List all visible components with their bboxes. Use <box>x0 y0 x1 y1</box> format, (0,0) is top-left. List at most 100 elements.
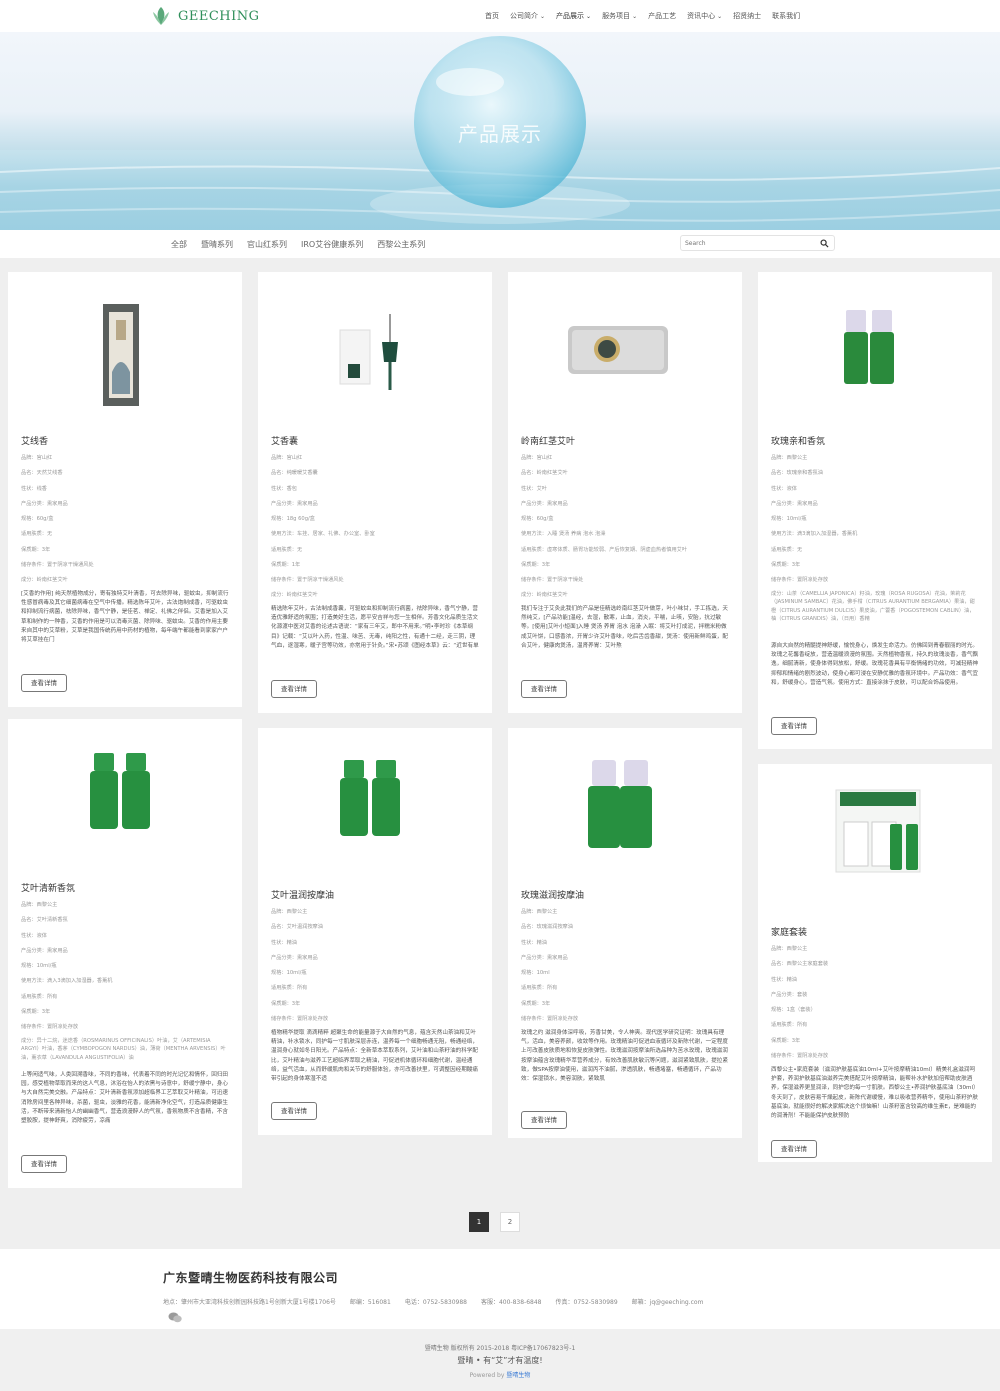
slogan-text: 暨晴 • 有“艾”才有温度! <box>457 1356 543 1365</box>
product-card[interactable]: 玫瑰亲和香氛 品牌：西黎公主 品名：玫瑰亲和香氛油 性状：液体 产品分类：熏家用… <box>758 272 992 749</box>
contact-email[interactable]: 邮箱：jq@geeching.com <box>632 1297 704 1306</box>
spec-line: 品名：纯暖暖艾香囊 <box>271 470 318 476</box>
spec-line: 保质期：3年 <box>21 1009 51 1015</box>
view-details-button[interactable]: 查看详情 <box>21 1155 67 1173</box>
spec-line: 规格：10ml <box>521 970 550 976</box>
spec-line: 使用方法：滴3滴加入加湿器，香薰机 <box>771 531 858 537</box>
nav-news[interactable]: 资讯中心 ⌄ <box>687 11 722 21</box>
product-title[interactable]: 艾叶清新香氛 <box>21 881 75 894</box>
product-image-mugwort-fragrance[interactable] <box>8 719 242 859</box>
spec-line: 规格：1盒（套装） <box>771 1007 816 1013</box>
page-1-button[interactable]: 1 <box>469 1212 489 1232</box>
brand-name: GEECHING <box>178 8 260 24</box>
spec-line: 产品分类：熏家用品 <box>21 948 68 954</box>
nav-home[interactable]: 首页 <box>485 11 499 21</box>
contact-postcode: 邮编：516081 <box>349 1299 391 1306</box>
spec-line: 性状：液体 <box>21 933 47 939</box>
product-card[interactable]: 艾线香 品牌：官山红 品名：天然艾线香 性状：线香 产品分类：熏家用品 规格：6… <box>8 272 242 707</box>
product-image-family-set[interactable] <box>758 764 992 904</box>
spec-line: 储存条件：置阴凉处存放 <box>21 1024 79 1030</box>
site-footer: 广东暨晴生物医药科技有限公司 地点：肇州市大亚湾科技创新园科技路1号创新大厦1号… <box>0 1249 1000 1329</box>
contact-fax: 传真：0752-5830989 <box>555 1299 618 1306</box>
spec-line: 性状：艾叶 <box>521 486 547 492</box>
search-input[interactable] <box>685 238 815 249</box>
spec-line: 规格：10ml/瓶 <box>771 516 807 522</box>
product-title[interactable]: 家庭套装 <box>771 925 807 938</box>
filter-iro[interactable]: IRO艾谷健康系列 <box>301 239 363 250</box>
view-details-button[interactable]: 查看详情 <box>521 680 567 698</box>
spec-line: 品名：岭南红茎艾叶 <box>521 470 568 476</box>
spec-line: 适用肤质：所有 <box>21 994 58 1000</box>
spec-line: 品名：艾叶温润按摩油 <box>271 924 323 930</box>
view-details-button[interactable]: 查看详情 <box>771 717 817 735</box>
product-description: 我们专注于艾灸此我们的产品是佳精选岭南红茎艾叶做芽，叶小味甘，手工拣选，天然纯艾… <box>521 606 728 649</box>
main-nav: 首页 公司简介 ⌄ 产品展示 ⌄ 服务项目 ⌄ 产品工艺 资讯中心 ⌄ 招贤纳士 联系我… <box>485 11 811 21</box>
copyright-text: 暨晴生物 版权所有 2015-2018 粤ICP备17067823号-1 <box>424 1345 576 1352</box>
spec-line: 品名：玫瑰滋润按摩油 <box>521 924 573 930</box>
view-details-button[interactable]: 查看详情 <box>271 1102 317 1120</box>
spec-line: 产品分类：熏家用品 <box>271 955 318 961</box>
spec-line: 保质期：3年 <box>521 562 551 568</box>
chevron-down-icon: ⌄ <box>717 13 723 20</box>
filter-geeching[interactable]: 暨晴系列 <box>201 239 233 250</box>
nav-contact[interactable]: 联系我们 <box>772 11 800 21</box>
filter-xili[interactable]: 西黎公主系列 <box>377 239 425 250</box>
nav-about[interactable]: 公司简介 ⌄ <box>510 11 545 21</box>
nav-products[interactable]: 产品展示 ⌄ <box>556 11 591 21</box>
spec-line: 适用肤质：无 <box>771 547 803 553</box>
product-image-incense[interactable] <box>8 272 242 412</box>
spec-line: 储存条件：置于阴凉干燥通风处 <box>21 562 94 568</box>
spec-line: 储存条件：置于阴凉干燥处 <box>521 577 584 583</box>
product-image-mugwort-massage-oil[interactable] <box>258 728 492 868</box>
filter-guanshanhong[interactable]: 官山红系列 <box>247 239 287 250</box>
product-title[interactable]: 岭南红茎艾叶 <box>521 434 575 447</box>
product-card[interactable]: 艾香囊 品牌：官山红 品名：纯暖暖艾香囊 性状：香包 产品分类：熏家用品 规格：… <box>258 272 492 713</box>
product-description: 精选陈年艾叶，古法制成香囊，可驱蚊虫和抑制流行病菌，祛除异味，香气宁静，营造优雅… <box>271 606 479 649</box>
spec-line: 适用肤质：所有 <box>771 1022 808 1028</box>
nav-craft[interactable]: 产品工艺 <box>648 11 676 21</box>
filter-all[interactable]: 全部 <box>171 239 187 250</box>
copyright-bar: 暨晴生物 版权所有 2015-2018 粤ICP备17067823号-1 暨晴 … <box>0 1329 1000 1391</box>
spec-line: 储存条件：置阴凉处存放 <box>771 1053 829 1059</box>
product-image-rose-massage-oil[interactable] <box>508 728 742 868</box>
spec-line: 品牌：官山红 <box>271 455 303 461</box>
product-card[interactable]: 艾叶清新香氛 品牌：西黎公主 品名：艾叶清新香氛 性状：液体 产品分类：熏家用品… <box>8 719 242 1188</box>
view-details-button[interactable]: 查看详情 <box>521 1111 567 1129</box>
product-card[interactable]: 艾叶温润按摩油 品牌：西黎公主 品名：艾叶温润按摩油 性状：精油 产品分类：熏家… <box>258 728 492 1135</box>
powered-by: Powered by 暨晴生物 <box>469 1372 531 1379</box>
product-image-sachet[interactable] <box>258 272 492 412</box>
product-card[interactable]: 岭南红茎艾叶 品牌：官山红 品名：岭南红茎艾叶 性状：艾叶 产品分类：熏家用品 … <box>508 272 742 713</box>
spec-ingredients: 成分：异十二烷，迷迭香（ROSMARINUS OFFICINALIS）叶油，艾（… <box>21 1038 226 1061</box>
product-card[interactable]: 家庭套装 品牌：西黎公主 品名：西黎公主家庭套装 性状：精油 产品分类：套装 规… <box>758 764 992 1162</box>
logo[interactable]: GEECHING <box>150 6 260 26</box>
product-title[interactable]: 玫瑰亲和香氛 <box>771 434 825 447</box>
nav-services[interactable]: 服务项目 ⌄ <box>602 11 637 21</box>
product-title[interactable]: 玫瑰滋润按摩油 <box>521 888 584 901</box>
wechat-icon[interactable] <box>168 1312 182 1323</box>
spec-ingredients: 成分：山茶（CAMELLIA JAPONICA）籽油，玫瑰（ROSA RUGOS… <box>771 591 975 622</box>
hero-banner: 产品展示 <box>0 32 1000 230</box>
spec-line: 储存条件：置于阴凉干燥通风处 <box>271 577 344 583</box>
search-icon[interactable] <box>820 239 829 248</box>
product-image-rose-oil[interactable] <box>758 272 992 412</box>
product-title[interactable]: 艾叶温润按摩油 <box>271 888 334 901</box>
view-details-button[interactable]: 查看详情 <box>271 680 317 698</box>
spec-line: 品牌：官山红 <box>21 455 53 461</box>
powered-by-link[interactable]: 暨晴生物 <box>506 1372 530 1379</box>
product-title[interactable]: 艾线香 <box>21 434 48 447</box>
nav-careers[interactable]: 招贤纳士 <box>733 11 761 21</box>
view-details-button[interactable]: 查看详情 <box>21 674 67 692</box>
chevron-down-icon: ⌄ <box>540 13 546 20</box>
product-image-mugwort-tin[interactable] <box>508 272 742 412</box>
contact-address: 地点：肇州市大亚湾科技创新园科技路1号创新大厦1号楼1706号 <box>163 1299 336 1306</box>
product-title[interactable]: 艾香囊 <box>271 434 298 447</box>
spec-line: 品名：西黎公主家庭套装 <box>771 961 829 967</box>
chevron-down-icon: ⌄ <box>586 13 592 20</box>
page-2-button[interactable]: 2 <box>500 1212 520 1232</box>
spec-line: 品牌：官山红 <box>521 455 553 461</box>
spec-line: 性状：精油 <box>521 940 547 946</box>
product-description: 源自大自然的精髓提神舒缓，愉悦身心，焕发生命活力。仿佛回到青春靓丽的时光。玫瑰之… <box>771 643 978 686</box>
product-card[interactable]: 玫瑰滋润按摩油 品牌：西黎公主 品名：玫瑰滋润按摩油 性状：精油 产品分类：熏家… <box>508 728 742 1138</box>
company-name: 广东暨晴生物医药科技有限公司 <box>163 1271 339 1285</box>
view-details-button[interactable]: 查看详情 <box>771 1140 817 1158</box>
